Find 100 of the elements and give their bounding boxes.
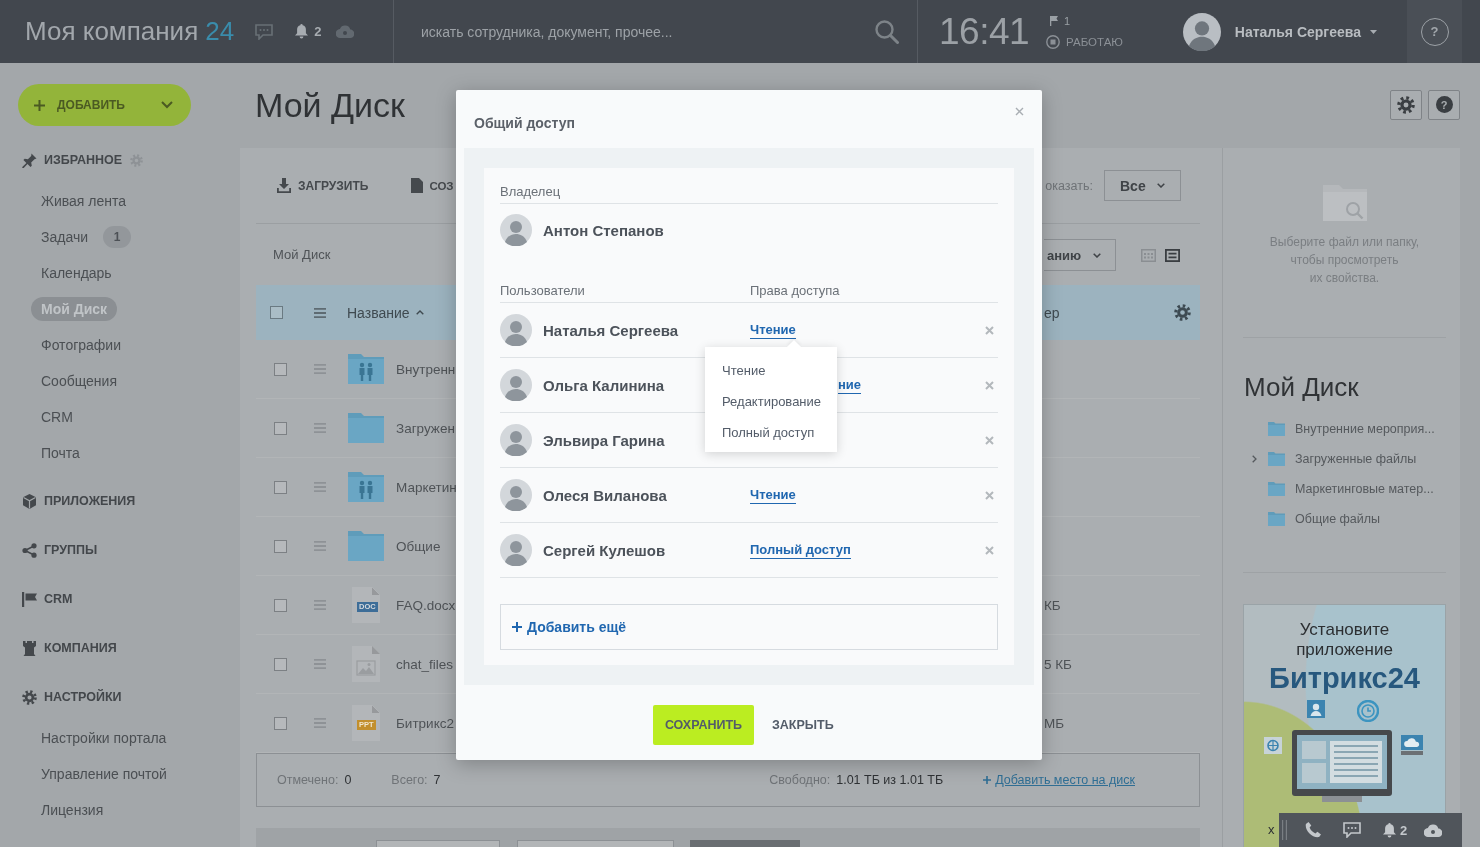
sidebar-item[interactable]: Сообщения bbox=[31, 369, 127, 393]
row-checkbox[interactable] bbox=[274, 480, 287, 494]
grid-view-icon[interactable] bbox=[1141, 248, 1156, 262]
file-name[interactable]: Битрикс2 bbox=[396, 715, 454, 731]
remove-icon[interactable] bbox=[984, 435, 994, 445]
help-button[interactable]: ? bbox=[1407, 0, 1462, 63]
search-icon[interactable] bbox=[875, 19, 899, 44]
chat-icon[interactable] bbox=[255, 23, 274, 40]
access-level-link[interactable]: Полный доступ bbox=[750, 541, 851, 559]
menu-lines-icon[interactable] bbox=[314, 541, 326, 551]
section-title[interactable]: ИЗБРАННОЕ bbox=[44, 153, 123, 167]
tree-item[interactable]: Маркетинговые матер... bbox=[1295, 482, 1434, 496]
remove-icon[interactable] bbox=[984, 490, 994, 500]
section-title[interactable]: CRM bbox=[44, 592, 73, 606]
tree-item[interactable]: Внутренние мероприя... bbox=[1295, 422, 1435, 436]
close-icon[interactable] bbox=[1015, 107, 1024, 116]
menu-lines-icon[interactable] bbox=[314, 307, 326, 318]
sidebar-item[interactable]: Календарь bbox=[31, 261, 122, 285]
menu-item[interactable]: Чтение bbox=[705, 355, 837, 386]
gear-icon[interactable] bbox=[1174, 304, 1191, 321]
add-more-link[interactable]: Добавить ещё bbox=[512, 619, 627, 635]
menu-lines-icon[interactable] bbox=[314, 718, 326, 728]
remove-icon[interactable] bbox=[984, 380, 994, 390]
user-name[interactable]: Олеся Виланова bbox=[543, 486, 667, 504]
file-name[interactable]: chat_files bbox=[396, 656, 454, 672]
row-checkbox[interactable] bbox=[274, 716, 287, 730]
sidebar-item[interactable]: Задачи bbox=[31, 225, 98, 249]
logo-number[interactable]: 24 bbox=[205, 16, 235, 47]
file-name[interactable]: Внутренн bbox=[396, 361, 456, 377]
menu-lines-icon[interactable] bbox=[314, 600, 326, 610]
user-name[interactable]: Наталья Сергеева bbox=[543, 321, 679, 339]
menu-lines-icon[interactable] bbox=[314, 482, 326, 492]
file-name[interactable]: FAQ.docx bbox=[396, 597, 456, 613]
upload-button[interactable]: ЗАГРУЗИТЬ bbox=[277, 178, 369, 193]
user-name[interactable]: Сергей Кулешов bbox=[543, 541, 666, 559]
sidebar-item[interactable]: Фотографии bbox=[31, 333, 131, 357]
stop-icon[interactable] bbox=[1046, 34, 1061, 49]
save-button[interactable]: СОХРАНИТЬ bbox=[653, 705, 754, 745]
chevron-right-icon[interactable] bbox=[1252, 455, 1257, 463]
access-level-link[interactable]: Чтение bbox=[750, 321, 796, 339]
row-checkbox[interactable] bbox=[274, 421, 287, 435]
remove-icon[interactable] bbox=[984, 545, 994, 555]
row-checkbox[interactable] bbox=[274, 362, 287, 376]
banner-brand: Битрикс24 bbox=[1269, 661, 1420, 695]
sidebar-item[interactable]: CRM bbox=[31, 405, 83, 429]
add-space-link[interactable]: Добавить место на диск bbox=[983, 773, 1135, 787]
row-checkbox[interactable] bbox=[274, 598, 287, 612]
search-field[interactable]: искать сотрудника, документ, прочее... bbox=[421, 19, 863, 44]
tree-item[interactable]: Общие файлы bbox=[1295, 512, 1381, 526]
list-view-icon[interactable] bbox=[1165, 248, 1180, 262]
file-name[interactable]: Маркетин bbox=[396, 479, 457, 495]
section-title[interactable]: КОМПАНИЯ bbox=[44, 641, 117, 655]
menu-item[interactable]: Редактирование bbox=[705, 386, 837, 417]
grip-icon[interactable] bbox=[1282, 820, 1287, 840]
row-checkbox[interactable] bbox=[274, 657, 287, 671]
menu-lines-icon[interactable] bbox=[314, 659, 326, 669]
user-name[interactable]: Антон Степанов bbox=[543, 221, 664, 239]
remove-icon[interactable] bbox=[984, 325, 994, 335]
file-name[interactable]: Общие bbox=[396, 538, 441, 554]
file-name[interactable]: Загружен bbox=[396, 420, 455, 436]
create-button[interactable]: СОЗ bbox=[411, 178, 454, 193]
chevron-down-icon[interactable] bbox=[161, 101, 173, 109]
filter-dropdown[interactable]: Все bbox=[1104, 170, 1181, 201]
user-name[interactable]: Наталья Сергеева bbox=[1234, 23, 1361, 40]
sidebar-item[interactable]: Управление почтой bbox=[31, 762, 177, 786]
phone-icon[interactable] bbox=[1305, 822, 1321, 838]
bell-icon[interactable] bbox=[1383, 822, 1396, 838]
select-all-checkbox[interactable] bbox=[270, 306, 283, 319]
access-level-link[interactable]: ние bbox=[838, 376, 862, 394]
section-title[interactable]: ПРИЛОЖЕНИЯ bbox=[44, 494, 136, 508]
sort-dropdown[interactable]: анию bbox=[1044, 239, 1116, 271]
menu-item[interactable]: Полный доступ bbox=[705, 417, 837, 448]
sidebar-item[interactable]: Настройки портала bbox=[31, 726, 177, 750]
section-title[interactable]: НАСТРОЙКИ bbox=[44, 690, 122, 704]
logo-text[interactable]: Моя компания bbox=[25, 16, 199, 47]
sidebar-item[interactable]: Почта bbox=[31, 441, 90, 465]
row-checkbox[interactable] bbox=[274, 539, 287, 553]
section-title[interactable]: ГРУППЫ bbox=[44, 543, 98, 557]
sidebar-item[interactable]: Живая лента bbox=[31, 189, 136, 213]
bell-icon[interactable] bbox=[295, 24, 309, 39]
breadcrumb-item[interactable]: Мой Диск bbox=[273, 247, 331, 262]
clock-time[interactable]: 16:41 bbox=[939, 10, 1030, 53]
cloud-icon[interactable] bbox=[1424, 823, 1443, 837]
tree-item[interactable]: Загруженные файлы bbox=[1295, 452, 1417, 466]
menu-lines-icon[interactable] bbox=[314, 364, 326, 374]
help-button[interactable]: ? bbox=[1428, 89, 1460, 120]
user-name[interactable]: Ольга Калинина bbox=[543, 376, 665, 394]
chat-icon[interactable] bbox=[1343, 822, 1361, 838]
column-header[interactable]: Название bbox=[335, 304, 424, 321]
user-avatar[interactable] bbox=[1182, 12, 1221, 51]
add-button[interactable]: ДОБАВИТЬ bbox=[18, 84, 191, 126]
close-button[interactable]: ЗАКРЫТЬ bbox=[772, 705, 834, 745]
menu-lines-icon[interactable] bbox=[314, 423, 326, 433]
settings-button[interactable] bbox=[1390, 89, 1422, 120]
caret-icon[interactable] bbox=[1370, 29, 1377, 34]
access-level-link[interactable]: Чтение bbox=[750, 486, 796, 504]
work-status[interactable]: РАБОТАЮ bbox=[1066, 35, 1123, 48]
sidebar-item[interactable]: Лицензия bbox=[31, 798, 114, 822]
user-name[interactable]: Эльвира Гарина bbox=[543, 431, 665, 449]
column-header[interactable]: ер bbox=[1042, 304, 1060, 321]
